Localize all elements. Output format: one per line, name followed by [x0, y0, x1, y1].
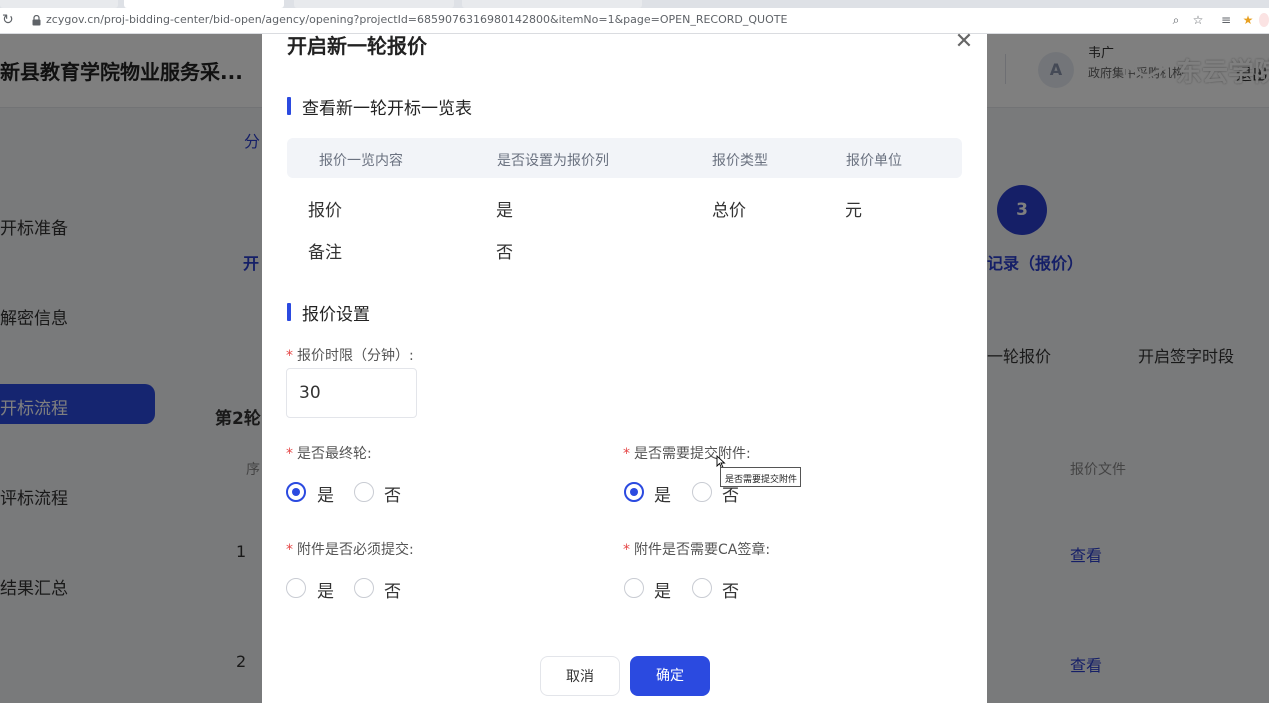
need-attachment-yes-label[interactable]: 是 — [654, 481, 671, 506]
close-icon[interactable]: ✕ — [954, 31, 974, 53]
final-round-yes-radio[interactable] — [286, 482, 306, 502]
table-cell: 备注 — [308, 243, 342, 263]
section-bar — [287, 303, 291, 321]
attachment-required-no-label[interactable]: 否 — [384, 577, 401, 602]
final-round-no-radio[interactable] — [354, 482, 374, 502]
section-bar — [287, 97, 291, 115]
cancel-button[interactable]: 取消 — [540, 656, 620, 696]
tooltip: 是否需要提交附件 — [720, 467, 801, 487]
table-header-cell: 报价类型 — [712, 153, 768, 169]
attachment-ca-no-label[interactable]: 否 — [722, 577, 739, 602]
final-round-yes-label[interactable]: 是 — [317, 481, 334, 506]
reading-list-icon[interactable]: ≡ — [1219, 13, 1233, 27]
section-title-overview: 查看新一轮开标一览表 — [287, 94, 472, 119]
browser-tab[interactable] — [294, 0, 454, 8]
table-cell: 总价 — [712, 201, 746, 221]
table-cell: 否 — [496, 243, 513, 263]
attachment-ca-label: * 附件是否需要CA签章: — [623, 542, 771, 558]
table-header-cell: 报价一览内容 — [319, 153, 403, 169]
final-round-no-label[interactable]: 否 — [384, 481, 401, 506]
attachment-required-yes-radio[interactable] — [286, 578, 306, 598]
need-attachment-label: * 是否需要提交附件: — [623, 446, 751, 462]
url-text[interactable]: zcygov.cn/proj-bidding-center/bid-open/a… — [46, 13, 787, 26]
attachment-required-no-radio[interactable] — [354, 578, 374, 598]
table-cell: 元 — [845, 201, 862, 221]
bookmark-star-icon[interactable]: ☆ — [1191, 13, 1205, 27]
profile-icon[interactable] — [1259, 13, 1269, 27]
time-limit-label: * 报价时限（分钟）: — [286, 348, 414, 364]
need-attachment-yes-radio[interactable] — [624, 482, 644, 502]
table-header-cell: 报价单位 — [846, 153, 902, 169]
table-cell: 是 — [496, 201, 513, 221]
section-title-text: 报价设置 — [302, 305, 370, 325]
table-cell: 报价 — [308, 201, 342, 221]
confirm-button[interactable]: 确定 — [630, 656, 710, 696]
table-header: 报价一览内容 是否设置为报价列 报价类型 报价单位 — [287, 138, 962, 178]
new-round-quote-modal: 开启新一轮报价 ✕ 查看新一轮开标一览表 报价一览内容 是否设置为报价列 报价类… — [262, 31, 987, 703]
browser-tab-active[interactable] — [124, 0, 284, 8]
reload-icon[interactable]: ↻ — [2, 12, 16, 28]
time-limit-input[interactable]: 30 — [286, 368, 417, 418]
attachment-required-label: * 附件是否必须提交: — [286, 542, 414, 558]
attachment-ca-yes-radio[interactable] — [624, 578, 644, 598]
attachment-ca-yes-label[interactable]: 是 — [654, 577, 671, 602]
lock-icon — [32, 15, 41, 26]
zoom-icon[interactable]: ⌕ — [1169, 13, 1183, 27]
need-attachment-no-radio[interactable] — [692, 482, 712, 502]
table-header-cell: 是否设置为报价列 — [497, 153, 609, 169]
modal-title: 开启新一轮报价 — [287, 34, 427, 58]
address-bar[interactable]: ↻ zcygov.cn/proj-bidding-center/bid-open… — [0, 8, 1269, 34]
extension-icon[interactable]: ★ — [1241, 13, 1255, 27]
browser-tab[interactable] — [0, 0, 118, 8]
browser-tab[interactable] — [462, 0, 642, 8]
attachment-ca-no-radio[interactable] — [692, 578, 712, 598]
section-title-settings: 报价设置 — [287, 300, 370, 325]
section-title-text: 查看新一轮开标一览表 — [302, 99, 472, 119]
final-round-label: * 是否最终轮: — [286, 446, 372, 462]
browser-tab-strip — [0, 0, 1269, 8]
attachment-required-yes-label[interactable]: 是 — [317, 577, 334, 602]
